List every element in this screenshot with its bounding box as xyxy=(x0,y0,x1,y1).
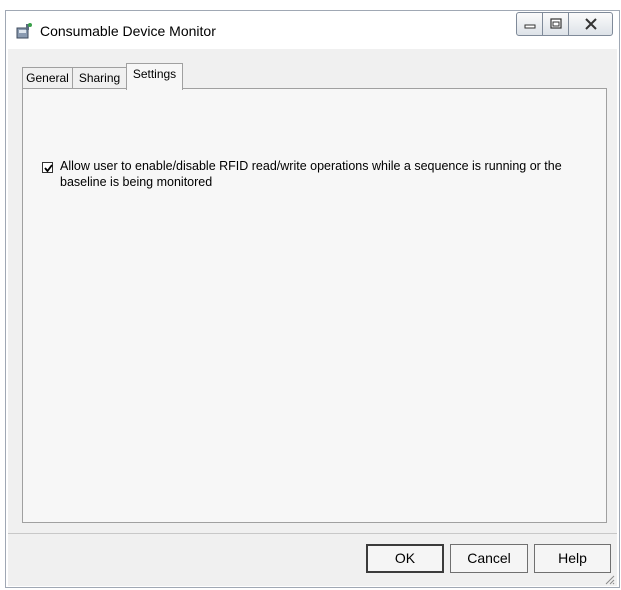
tab-sharing[interactable]: Sharing xyxy=(72,67,127,89)
resize-grip-icon[interactable] xyxy=(603,572,615,585)
ok-button[interactable]: OK xyxy=(366,544,444,573)
minimize-button[interactable] xyxy=(516,12,543,36)
rfid-checkbox-label: Allow user to enable/disable RFID read/w… xyxy=(60,159,562,189)
rfid-checkbox[interactable] xyxy=(42,162,53,173)
maximize-button[interactable] xyxy=(542,12,569,36)
client-area: General Sharing Settings Allow user to e… xyxy=(8,49,617,586)
window-title: Consumable Device Monitor xyxy=(40,23,216,39)
tab-settings[interactable]: Settings xyxy=(126,63,183,90)
device-monitor-icon xyxy=(15,21,35,41)
help-button[interactable]: Help xyxy=(534,544,611,573)
cancel-button[interactable]: Cancel xyxy=(450,544,528,573)
tab-general[interactable]: General xyxy=(22,67,73,89)
divider xyxy=(8,533,617,534)
dialog-window: Consumable Device Monitor General Sharin… xyxy=(5,10,620,588)
settings-panel: Allow user to enable/disable RFID read/w… xyxy=(22,88,607,523)
title-bar[interactable]: Consumable Device Monitor xyxy=(6,11,619,49)
close-button[interactable] xyxy=(568,12,613,36)
